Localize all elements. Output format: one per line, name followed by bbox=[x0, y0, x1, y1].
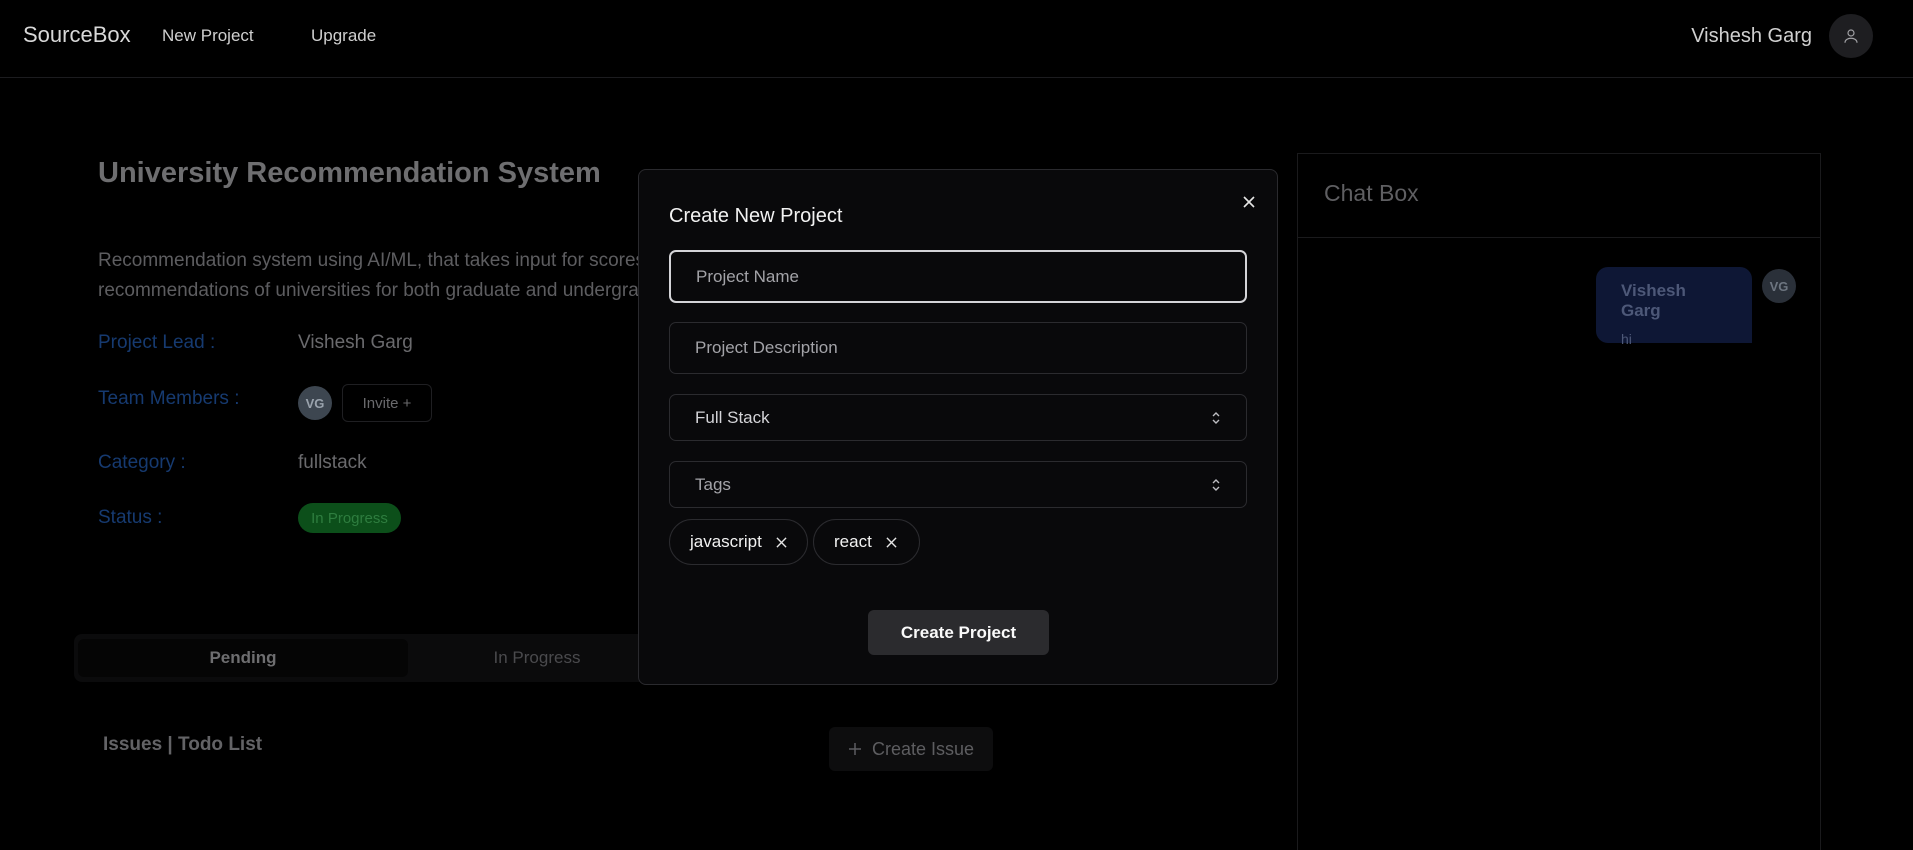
user-icon bbox=[1844, 29, 1858, 43]
tags-select-placeholder: Tags bbox=[695, 474, 731, 494]
close-icon bbox=[886, 536, 897, 548]
invite-button[interactable]: Invite + bbox=[342, 384, 432, 422]
tab-in-progress[interactable]: In Progress bbox=[414, 639, 660, 677]
brand-logo[interactable]: SourceBox bbox=[23, 22, 131, 48]
tag-chip: react bbox=[813, 519, 920, 565]
user-name: Vishesh Garg bbox=[1691, 25, 1812, 47]
chevron-up-down-icon bbox=[1211, 478, 1221, 492]
tag-chip: javascript bbox=[669, 519, 808, 565]
tags-select[interactable]: Tags bbox=[669, 461, 1247, 508]
close-icon bbox=[776, 536, 787, 548]
chat-box: Chat Box Vishesh Garg hi VG bbox=[1297, 153, 1821, 850]
chat-message-avatar: VG bbox=[1762, 269, 1796, 303]
nav-upgrade[interactable]: Upgrade bbox=[311, 26, 376, 46]
category-value: fullstack bbox=[298, 452, 367, 473]
tag-label: javascript bbox=[690, 532, 762, 551]
project-lead-value: Vishesh Garg bbox=[298, 332, 413, 353]
create-project-button[interactable]: Create Project bbox=[868, 610, 1049, 655]
chat-message-text: hi bbox=[1621, 331, 1632, 347]
nav-new-project[interactable]: New Project bbox=[162, 26, 254, 46]
project-title: University Recommendation System bbox=[98, 157, 601, 189]
chevron-up-down-icon bbox=[1211, 411, 1221, 425]
project-description-input[interactable]: Project Description bbox=[669, 322, 1247, 374]
project-name-input[interactable]: Project Name bbox=[669, 250, 1247, 303]
issue-tabs: Pending In Progress bbox=[74, 634, 664, 682]
team-members-label: Team Members : bbox=[98, 388, 240, 409]
status-label: Status : bbox=[98, 507, 163, 528]
category-select[interactable]: Full Stack bbox=[669, 394, 1247, 441]
create-issue-label: Create Issue bbox=[871, 738, 975, 759]
category-label: Category : bbox=[98, 452, 186, 473]
chat-message-author: Vishesh Garg bbox=[1621, 281, 1686, 320]
remove-tag-button[interactable] bbox=[776, 536, 787, 548]
plus-icon bbox=[848, 743, 861, 755]
project-name-placeholder: Project Name bbox=[696, 266, 799, 286]
navbar: SourceBox New Project Upgrade Vishesh Ga… bbox=[0, 0, 1913, 78]
project-description-line: recommendations of universities for both… bbox=[98, 280, 658, 301]
close-button[interactable] bbox=[1237, 190, 1261, 214]
tag-label: react bbox=[834, 532, 872, 551]
modal-title: Create New Project bbox=[669, 205, 843, 227]
user-avatar-button[interactable] bbox=[1829, 14, 1873, 58]
project-description-line: Recommendation system using AI/ML, that … bbox=[98, 250, 658, 271]
create-project-modal: Create New Project Project Name Project … bbox=[638, 169, 1278, 685]
chat-title: Chat Box bbox=[1298, 154, 1820, 238]
remove-tag-button[interactable] bbox=[886, 536, 897, 548]
chat-message: Vishesh Garg hi bbox=[1596, 267, 1752, 347]
create-issue-button[interactable]: Create Issue bbox=[829, 727, 993, 771]
issues-heading: Issues | Todo List bbox=[103, 734, 263, 755]
project-description-placeholder: Project Description bbox=[695, 338, 838, 357]
close-icon bbox=[1243, 196, 1255, 208]
tab-pending[interactable]: Pending bbox=[78, 639, 408, 677]
project-description: Recommendation system using AI/ML, that … bbox=[98, 246, 658, 306]
status-badge: In Progress bbox=[298, 503, 401, 533]
category-select-value: Full Stack bbox=[695, 407, 770, 427]
project-lead-label: Project Lead : bbox=[98, 332, 216, 353]
team-member-avatar: VG bbox=[298, 386, 332, 420]
